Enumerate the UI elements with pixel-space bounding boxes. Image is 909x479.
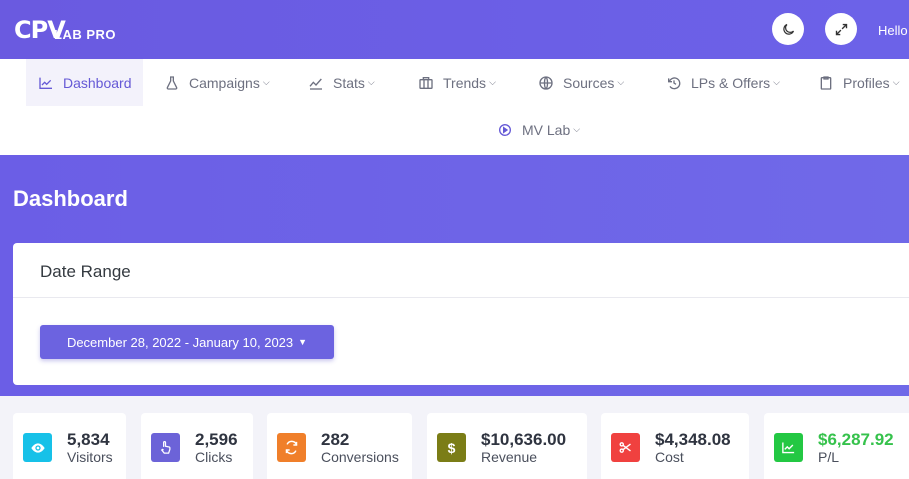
- dark-mode-button[interactable]: [772, 13, 804, 45]
- greeting[interactable]: Hello: [878, 23, 908, 38]
- chevron-down-icon: ⌵: [773, 77, 780, 87]
- date-range-value: December 28, 2022 - January 10, 2023: [66, 334, 294, 350]
- moon-icon: [782, 23, 794, 35]
- fullscreen-button[interactable]: [825, 13, 857, 45]
- stat-card-revenue: $ $10,636.00 Revenue: [427, 413, 587, 479]
- stat-card-clicks: 2,596 Clicks: [141, 413, 253, 479]
- chevron-down-icon: ⌵: [617, 77, 625, 87]
- date-range-button[interactable]: December 28, 2022 - January 10, 2023 ▼: [40, 325, 334, 359]
- nav-trends[interactable]: Trends ⌵: [418, 59, 496, 106]
- nav-lps-offers-label: LPs & Offers: [691, 74, 771, 91]
- stat-value: $4,348.08: [655, 430, 731, 449]
- nav-campaigns[interactable]: Campaigns ⌵: [164, 59, 270, 106]
- nav-stats[interactable]: Stats ⌵: [308, 59, 375, 106]
- logo[interactable]: CPV LAB PRO: [14, 12, 124, 46]
- flask-icon: [166, 75, 178, 90]
- nav-profiles[interactable]: Profiles ⌵: [818, 59, 900, 106]
- logo-sub: LAB PRO: [54, 27, 116, 42]
- caret-down-icon: ▼: [298, 337, 308, 347]
- stat-label: Conversions: [321, 449, 399, 465]
- chevron-down-icon: ⌵: [573, 124, 581, 134]
- nav-stats-label: Stats: [333, 74, 365, 91]
- nav-sources-label: Sources: [563, 74, 615, 91]
- stat-value: $6,287.92: [818, 430, 894, 449]
- stat-card-conversions: 282 Conversions: [267, 413, 412, 479]
- nav-sources[interactable]: Sources ⌵: [538, 59, 624, 106]
- stat-label: Visitors: [67, 449, 113, 465]
- history-icon: [668, 76, 681, 89]
- nav-dashboard-label: Dashboard: [63, 74, 132, 91]
- nav-profiles-label: Profiles: [843, 74, 890, 91]
- expand-icon: [835, 23, 847, 35]
- stat-value: 5,834: [67, 430, 110, 449]
- trend-icon: [309, 78, 322, 90]
- clipboard-icon: [820, 75, 832, 90]
- stat-label: Cost: [655, 449, 684, 465]
- scissors-icon: [611, 433, 640, 462]
- date-range-card: Date Range December 28, 2022 - January 1…: [13, 243, 909, 385]
- nav-mv-lab-label: MV Lab: [522, 121, 571, 138]
- top-bar: CPV LAB PRO Hello: [0, 0, 909, 59]
- chart-up-icon: [774, 433, 803, 462]
- nav-mv-lab[interactable]: MV Lab ⌵: [497, 106, 580, 153]
- stat-label: Clicks: [195, 449, 233, 465]
- dollar-icon: $: [437, 433, 466, 462]
- stat-card-visitors: 5,834 Visitors: [13, 413, 126, 479]
- nav-campaigns-label: Campaigns: [189, 74, 260, 91]
- stat-value: 282: [321, 430, 350, 449]
- nav-lps-offers[interactable]: LPs & Offers ⌵: [666, 59, 780, 106]
- stat-value: $10,636.00: [481, 430, 567, 449]
- globe-icon: [539, 75, 553, 90]
- stat-card-profit-loss: $6,287.92 P/L: [764, 413, 909, 479]
- columns-icon: [419, 76, 433, 89]
- chevron-down-icon: ⌵: [892, 77, 900, 87]
- divider: [13, 297, 909, 298]
- play-circle-icon: [499, 123, 511, 136]
- nav-trends-label: Trends: [443, 74, 487, 91]
- stat-value: 2,596: [195, 430, 238, 449]
- stat-card-cost: $4,348.08 Cost: [601, 413, 749, 479]
- chevron-down-icon: ⌵: [262, 77, 270, 87]
- refresh-icon: [277, 433, 306, 462]
- nav-dashboard[interactable]: Dashboard: [26, 59, 143, 106]
- pointer-icon: [151, 433, 180, 462]
- eye-icon: [23, 433, 52, 462]
- chevron-down-icon: ⌵: [367, 77, 375, 87]
- date-range-title: Date Range: [40, 262, 131, 281]
- stat-label: P/L: [818, 449, 840, 465]
- page-title: Dashboard: [13, 186, 128, 211]
- main-nav: Dashboard Campaigns ⌵ Stats ⌵ Trends ⌵ Sour…: [0, 59, 909, 155]
- chevron-down-icon: ⌵: [489, 77, 496, 87]
- line-chart-icon: [39, 77, 52, 89]
- stat-label: Revenue: [481, 449, 538, 465]
